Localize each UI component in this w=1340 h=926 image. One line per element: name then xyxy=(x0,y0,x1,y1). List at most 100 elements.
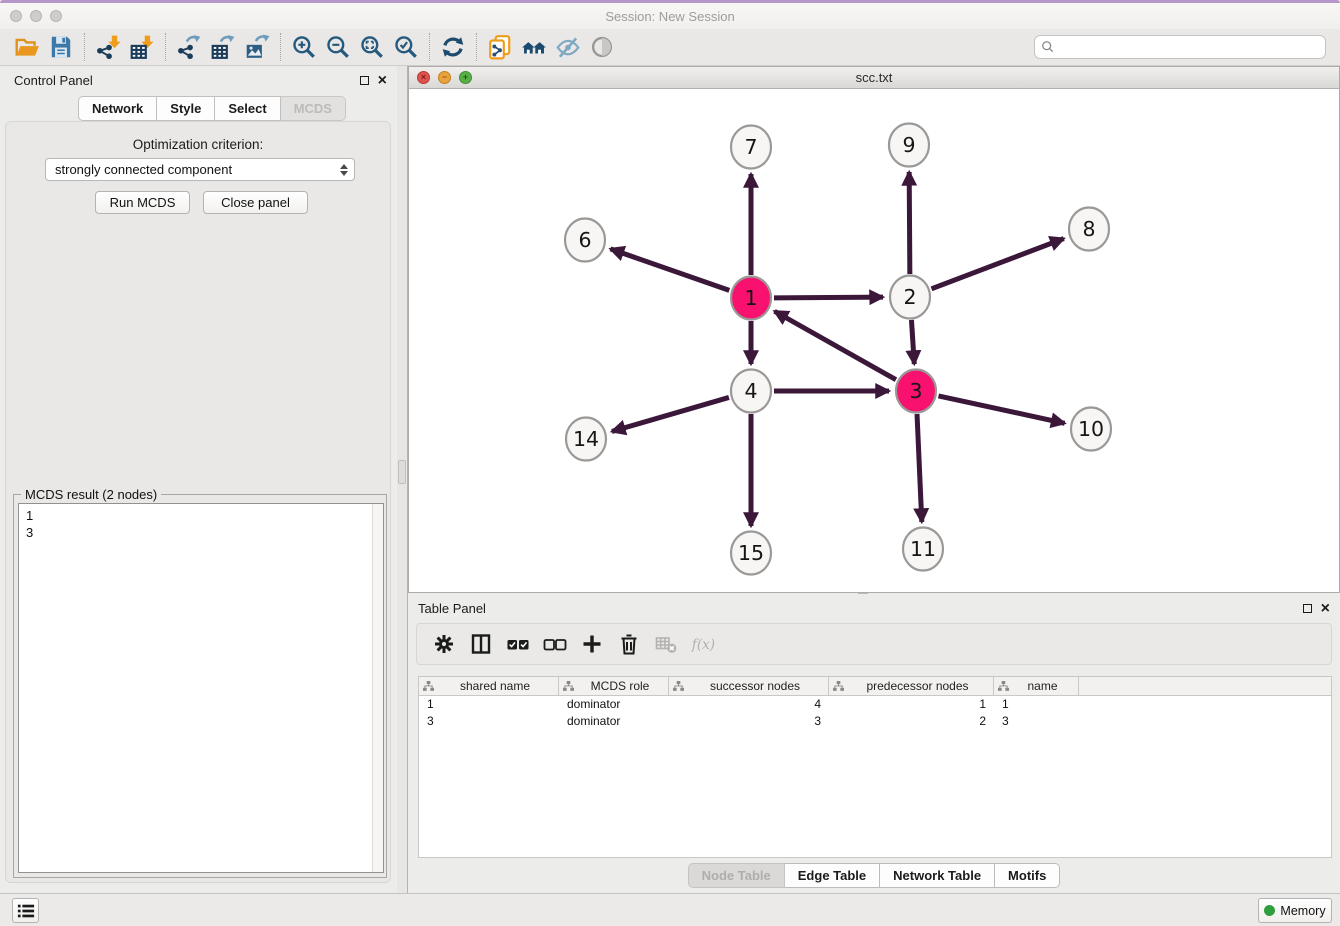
graph-edge-3-1[interactable] xyxy=(775,311,896,379)
graph-node-10[interactable]: 10 xyxy=(1071,408,1111,451)
graph-node-7[interactable]: 7 xyxy=(731,126,771,169)
graph-edge-3-11[interactable] xyxy=(917,414,922,522)
toolbar-separator xyxy=(84,33,85,61)
graph-edge-1-6[interactable] xyxy=(610,249,729,291)
graph-edge-1-2[interactable] xyxy=(774,297,883,298)
graph-node-11[interactable]: 11 xyxy=(903,528,943,571)
tab-motifs[interactable]: Motifs xyxy=(995,863,1060,888)
duplicate-network-icon[interactable] xyxy=(483,32,517,62)
node-table: shared nameMCDS rolesuccessor nodesprede… xyxy=(418,676,1332,858)
function-builder-icon[interactable]: f(x) xyxy=(684,628,721,660)
column-header-shared-name[interactable]: shared name xyxy=(419,677,559,695)
export-network-icon[interactable] xyxy=(172,32,206,62)
apply-preferred-layout-icon[interactable] xyxy=(436,32,470,62)
table-cell[interactable]: dominator xyxy=(559,696,669,713)
delete-row-icon[interactable] xyxy=(610,628,647,660)
graph-node-15[interactable]: 15 xyxy=(731,532,771,575)
graph-node-label: 6 xyxy=(578,228,591,252)
deselect-all-rows-icon[interactable] xyxy=(536,628,573,660)
column-header-MCDS-role[interactable]: MCDS role xyxy=(559,677,669,695)
mcds-panel: Optimization criterion: strongly connect… xyxy=(5,121,391,883)
table-settings-icon[interactable] xyxy=(425,628,462,660)
graph-node-8[interactable]: 8 xyxy=(1069,208,1109,251)
network-window-titlebar[interactable]: × − + scc.txt xyxy=(409,67,1339,89)
graph-node-9[interactable]: 9 xyxy=(889,124,929,167)
graph-node-6[interactable]: 6 xyxy=(565,219,605,262)
network-window-title: scc.txt xyxy=(409,70,1339,85)
zoom-fit-icon[interactable] xyxy=(355,32,389,62)
export-table-icon[interactable] xyxy=(206,32,240,62)
column-type-icon xyxy=(423,681,434,692)
table-row[interactable]: 1dominator411 xyxy=(419,696,1331,713)
svg-text:f(x): f(x) xyxy=(691,637,715,653)
open-session-icon[interactable] xyxy=(10,32,44,62)
optimization-criterion-select[interactable]: strongly connected component xyxy=(45,158,355,181)
hide-selected-icon[interactable] xyxy=(551,32,585,62)
window-title: Session: New Session xyxy=(0,9,1340,24)
tab-select[interactable]: Select xyxy=(215,96,280,121)
column-header-name[interactable]: name xyxy=(994,677,1079,695)
table-cell[interactable]: 2 xyxy=(829,713,994,730)
table-header-row: shared nameMCDS rolesuccessor nodesprede… xyxy=(419,677,1331,696)
table-cell[interactable]: 3 xyxy=(994,713,1079,730)
optimization-criterion-label: Optimization criterion: xyxy=(6,137,390,152)
graph-node-2[interactable]: 2 xyxy=(890,276,930,319)
task-history-button[interactable] xyxy=(12,898,39,923)
column-header-successor-nodes[interactable]: successor nodes xyxy=(669,677,829,695)
mcds-result-area[interactable]: 1 3 xyxy=(18,503,384,873)
memory-button[interactable]: Memory xyxy=(1258,898,1332,923)
table-cell[interactable]: 1 xyxy=(994,696,1079,713)
tab-network[interactable]: Network xyxy=(78,96,157,121)
table-cell[interactable]: 4 xyxy=(669,696,829,713)
close-panel-button[interactable]: Close panel xyxy=(203,191,308,214)
import-table-icon[interactable] xyxy=(125,32,159,62)
zoom-out-icon[interactable] xyxy=(321,32,355,62)
add-row-icon[interactable] xyxy=(573,628,610,660)
tab-edge-table[interactable]: Edge Table xyxy=(785,863,880,888)
table-cell[interactable]: 3 xyxy=(669,713,829,730)
save-session-icon[interactable] xyxy=(44,32,78,62)
graph-edge-4-14[interactable] xyxy=(612,397,729,431)
zoom-in-icon[interactable] xyxy=(287,32,321,62)
status-bar: Memory xyxy=(0,893,1340,926)
run-mcds-button[interactable]: Run MCDS xyxy=(95,191,190,214)
tab-mcds[interactable]: MCDS xyxy=(281,96,346,121)
table-panel: Table Panel × xyxy=(408,595,1340,893)
graph-edge-3-10[interactable] xyxy=(938,396,1064,423)
close-table-panel-icon[interactable]: × xyxy=(1321,604,1330,613)
toggle-column-view-icon[interactable] xyxy=(462,628,499,660)
tab-style[interactable]: Style xyxy=(157,96,215,121)
table-cell[interactable]: 3 xyxy=(419,713,559,730)
vertical-splitter[interactable] xyxy=(397,66,408,893)
tab-network-table[interactable]: Network Table xyxy=(880,863,995,888)
graph-node-3[interactable]: 3 xyxy=(896,370,936,413)
export-image-icon[interactable] xyxy=(240,32,274,62)
graph-edge-2-9[interactable] xyxy=(909,172,910,274)
network-canvas[interactable]: 7 9 6 8 1 2 4 3 14 10 15 11 xyxy=(409,89,1339,592)
table-cell[interactable]: 1 xyxy=(419,696,559,713)
first-neighbors-icon[interactable] xyxy=(517,32,551,62)
delete-table-icon[interactable] xyxy=(647,628,684,660)
graph-edge-2-3[interactable] xyxy=(911,320,914,364)
splitter-handle[interactable] xyxy=(398,460,406,484)
float-table-panel-icon[interactable] xyxy=(1303,604,1312,613)
graph-edge-2-8[interactable] xyxy=(932,239,1064,289)
import-network-icon[interactable] xyxy=(91,32,125,62)
graph-node-14[interactable]: 14 xyxy=(566,418,606,461)
result-scrollbar[interactable] xyxy=(372,504,383,872)
table-cell[interactable]: dominator xyxy=(559,713,669,730)
show-all-icon[interactable] xyxy=(585,32,619,62)
table-cell[interactable]: 1 xyxy=(829,696,994,713)
graph-node-label: 15 xyxy=(738,541,764,565)
tab-node-table[interactable]: Node Table xyxy=(688,863,785,888)
select-all-rows-icon[interactable] xyxy=(499,628,536,660)
search-input[interactable] xyxy=(1055,37,1319,57)
graph-node-4[interactable]: 4 xyxy=(731,370,771,413)
zoom-selected-icon[interactable] xyxy=(389,32,423,62)
float-panel-icon[interactable] xyxy=(360,76,369,85)
graph-node-label: 11 xyxy=(910,537,936,561)
column-header-predecessor-nodes[interactable]: predecessor nodes xyxy=(829,677,994,695)
close-panel-icon[interactable]: × xyxy=(378,76,387,85)
table-row[interactable]: 3dominator323 xyxy=(419,713,1331,730)
graph-node-1[interactable]: 1 xyxy=(731,277,771,320)
